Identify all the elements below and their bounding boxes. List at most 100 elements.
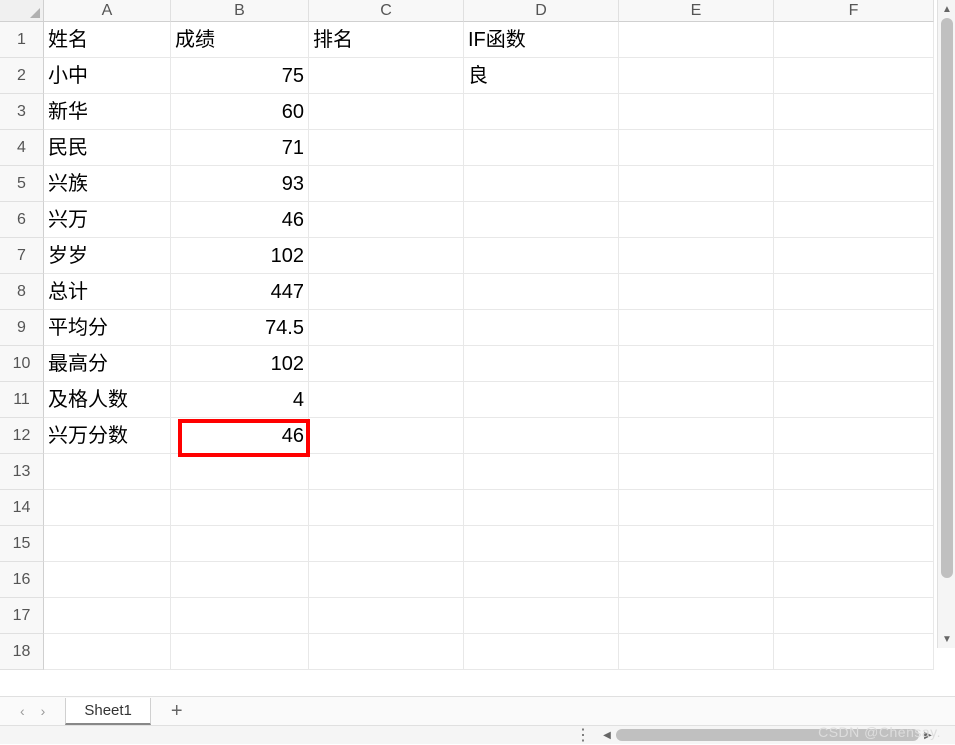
column-header-C[interactable]: C [309,0,464,22]
row-header-5[interactable]: 5 [0,166,44,202]
cell-C9[interactable] [309,310,464,346]
cell-B11[interactable]: 4 [171,382,309,418]
cell-B14[interactable] [171,490,309,526]
cell-D15[interactable] [464,526,619,562]
cell-C15[interactable] [309,526,464,562]
cell-F14[interactable] [774,490,934,526]
cell-F13[interactable] [774,454,934,490]
cell-E3[interactable] [619,94,774,130]
cell-D9[interactable] [464,310,619,346]
cell-B3[interactable]: 60 [171,94,309,130]
cell-B7[interactable]: 102 [171,238,309,274]
cell-C10[interactable] [309,346,464,382]
cell-E6[interactable] [619,202,774,238]
cell-A4[interactable]: 民民 [44,130,171,166]
cell-E9[interactable] [619,310,774,346]
cell-D7[interactable] [464,238,619,274]
cell-F2[interactable] [774,58,934,94]
cell-E1[interactable] [619,22,774,58]
row-header-8[interactable]: 8 [0,274,44,310]
cell-B2[interactable]: 75 [171,58,309,94]
cell-C1[interactable]: 排名 [309,22,464,58]
cell-D1[interactable]: IF函数 [464,22,619,58]
cell-E2[interactable] [619,58,774,94]
cell-E17[interactable] [619,598,774,634]
row-header-3[interactable]: 3 [0,94,44,130]
cell-A7[interactable]: 岁岁 [44,238,171,274]
row-header-4[interactable]: 4 [0,130,44,166]
cell-F6[interactable] [774,202,934,238]
scroll-down-icon[interactable]: ▼ [938,630,955,648]
cell-D2[interactable]: 良 [464,58,619,94]
cell-A11[interactable]: 及格人数 [44,382,171,418]
cell-C14[interactable] [309,490,464,526]
cell-F8[interactable] [774,274,934,310]
cell-B16[interactable] [171,562,309,598]
cell-A17[interactable] [44,598,171,634]
sheet-tab-active[interactable]: Sheet1 [65,698,151,725]
cell-D12[interactable] [464,418,619,454]
cell-D13[interactable] [464,454,619,490]
cell-F3[interactable] [774,94,934,130]
next-sheet-button[interactable]: › [41,703,46,719]
row-header-7[interactable]: 7 [0,238,44,274]
cell-C17[interactable] [309,598,464,634]
row-header-15[interactable]: 15 [0,526,44,562]
cell-C6[interactable] [309,202,464,238]
cell-D11[interactable] [464,382,619,418]
cell-F5[interactable] [774,166,934,202]
cell-B8[interactable]: 447 [171,274,309,310]
cell-B6[interactable]: 46 [171,202,309,238]
cell-B1[interactable]: 成绩 [171,22,309,58]
scroll-up-icon[interactable]: ▲ [938,0,955,18]
more-options-icon[interactable]: ⋮ [575,725,591,745]
column-header-D[interactable]: D [464,0,619,22]
cell-E12[interactable] [619,418,774,454]
cell-B9[interactable]: 74.5 [171,310,309,346]
column-header-E[interactable]: E [619,0,774,22]
prev-sheet-button[interactable]: ‹ [20,703,25,719]
cell-C8[interactable] [309,274,464,310]
cell-E13[interactable] [619,454,774,490]
cell-C2[interactable] [309,58,464,94]
cell-A12[interactable]: 兴万分数 [44,418,171,454]
cell-F9[interactable] [774,310,934,346]
add-sheet-button[interactable]: + [151,700,203,723]
cell-A14[interactable] [44,490,171,526]
cell-D6[interactable] [464,202,619,238]
cell-C5[interactable] [309,166,464,202]
cell-F17[interactable] [774,598,934,634]
cell-E4[interactable] [619,130,774,166]
scroll-left-icon[interactable]: ◀ [600,730,614,741]
row-header-16[interactable]: 16 [0,562,44,598]
cell-D5[interactable] [464,166,619,202]
row-header-2[interactable]: 2 [0,58,44,94]
cell-E14[interactable] [619,490,774,526]
row-header-14[interactable]: 14 [0,490,44,526]
cell-C4[interactable] [309,130,464,166]
cell-B15[interactable] [171,526,309,562]
cell-A18[interactable] [44,634,171,670]
cell-D8[interactable] [464,274,619,310]
cell-F7[interactable] [774,238,934,274]
cell-A13[interactable] [44,454,171,490]
row-header-13[interactable]: 13 [0,454,44,490]
column-header-A[interactable]: A [44,0,171,22]
cell-C11[interactable] [309,382,464,418]
cell-E18[interactable] [619,634,774,670]
cell-D17[interactable] [464,598,619,634]
cell-F15[interactable] [774,526,934,562]
cell-D16[interactable] [464,562,619,598]
select-all-corner[interactable] [0,0,44,22]
cell-B10[interactable]: 102 [171,346,309,382]
row-header-6[interactable]: 6 [0,202,44,238]
vertical-scroll-thumb[interactable] [941,18,953,578]
cell-E10[interactable] [619,346,774,382]
cell-C3[interactable] [309,94,464,130]
cell-D14[interactable] [464,490,619,526]
cell-A8[interactable]: 总计 [44,274,171,310]
cell-E7[interactable] [619,238,774,274]
cell-E5[interactable] [619,166,774,202]
cell-C12[interactable] [309,418,464,454]
cell-E8[interactable] [619,274,774,310]
